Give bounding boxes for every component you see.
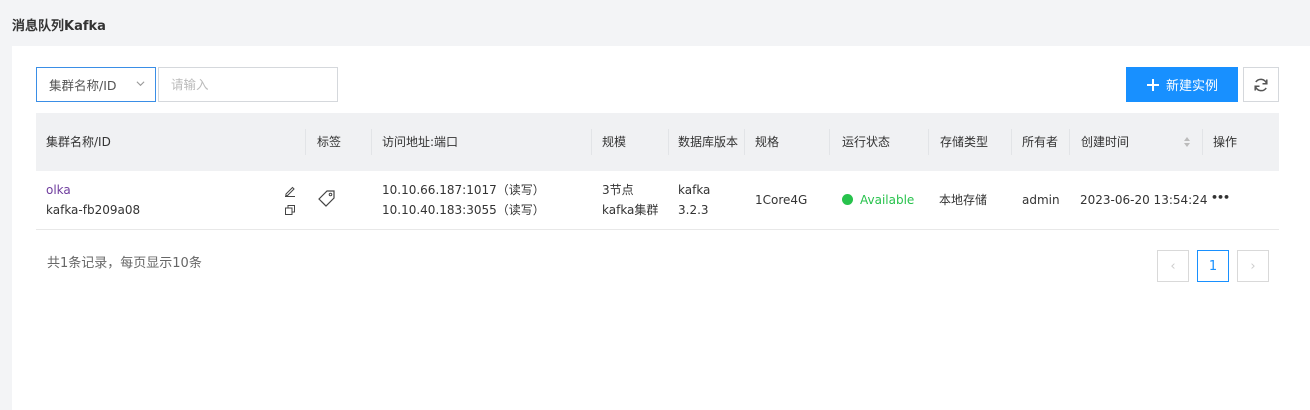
db-version: 3.2.3 <box>678 203 709 217</box>
column-divider <box>928 129 929 155</box>
column-divider <box>371 129 372 155</box>
instance-name-link[interactable]: olka <box>46 180 71 200</box>
status-dot-icon <box>842 194 853 205</box>
spec-value: 1Core4G <box>755 193 808 207</box>
scale-type: kafka集群 <box>602 203 659 217</box>
filter-field-select[interactable]: 集群名称/ID <box>36 67 156 102</box>
col-header-actions: 操作 <box>1213 135 1238 149</box>
column-divider <box>829 129 830 155</box>
prev-page-button[interactable]: ‹ <box>1157 250 1189 282</box>
filter-field-value: 集群名称/ID <box>49 78 117 93</box>
pagination-summary: 共1条记录，每页显示10条 <box>47 256 202 271</box>
instance-id: kafka-fb209a08 <box>46 203 141 217</box>
col-header-status: 运行状态 <box>842 135 891 149</box>
column-divider <box>305 129 306 155</box>
column-divider <box>1069 129 1070 155</box>
col-header-name: 集群名称/ID <box>46 135 111 149</box>
col-header-db-version: 数据库版本 <box>678 135 739 149</box>
col-header-storage: 存储类型 <box>940 135 989 149</box>
chevron-down-icon <box>136 81 145 87</box>
scale-nodes: 3节点 <box>602 183 634 197</box>
address-readwrite-1: 10.10.66.187:1017（读写） <box>382 183 545 197</box>
next-page-button[interactable]: › <box>1237 250 1269 282</box>
column-divider <box>668 129 669 155</box>
col-header-created[interactable]: 创建时间 <box>1081 113 1129 171</box>
table-header: 集群名称/ID 标签 访问地址:端口 规模 数据库版本 规格 运行状态 存储类型… <box>36 113 1279 171</box>
col-header-scale: 规模 <box>602 135 627 149</box>
copy-icon[interactable] <box>284 204 296 216</box>
plus-icon <box>1146 78 1159 91</box>
col-header-owner: 所有者 <box>1022 135 1059 149</box>
owner: admin <box>1022 193 1060 207</box>
new-instance-button[interactable]: 新建实例 <box>1126 67 1238 102</box>
address-readwrite-2: 10.10.40.183:3055（读写） <box>382 203 545 217</box>
refresh-button[interactable] <box>1243 67 1279 102</box>
page-button-1[interactable]: 1 <box>1197 250 1229 282</box>
column-divider <box>1011 129 1012 155</box>
column-divider <box>591 129 592 155</box>
column-divider <box>1202 129 1203 155</box>
new-instance-label: 新建实例 <box>1165 79 1218 94</box>
search-input[interactable] <box>158 67 338 102</box>
edit-icon[interactable] <box>284 185 296 197</box>
sort-icon[interactable] <box>1183 136 1191 148</box>
col-header-address: 访问地址:端口 <box>382 135 459 149</box>
storage-type: 本地存储 <box>939 193 988 207</box>
col-header-spec: 规格 <box>755 135 780 149</box>
status-text: Available <box>860 193 915 207</box>
col-header-tags: 标签 <box>317 135 342 149</box>
table-row: olka kafka-fb209a08 10.10.66.187:1017（读写… <box>36 171 1279 230</box>
more-actions-button[interactable]: ••• <box>1211 188 1230 208</box>
status-badge: Available <box>842 190 914 210</box>
db-engine: kafka <box>678 183 711 197</box>
tag-icon[interactable] <box>317 188 337 208</box>
content-panel: 集群名称/ID 新建实例 集群名称/ID 标签 访问地址:端口 规模 数据库版本… <box>12 46 1310 410</box>
created-time: 2023-06-20 13:54:24 <box>1080 193 1208 207</box>
page-title: 消息队列Kafka <box>12 19 106 34</box>
refresh-icon <box>1254 78 1268 91</box>
column-divider <box>744 129 745 155</box>
